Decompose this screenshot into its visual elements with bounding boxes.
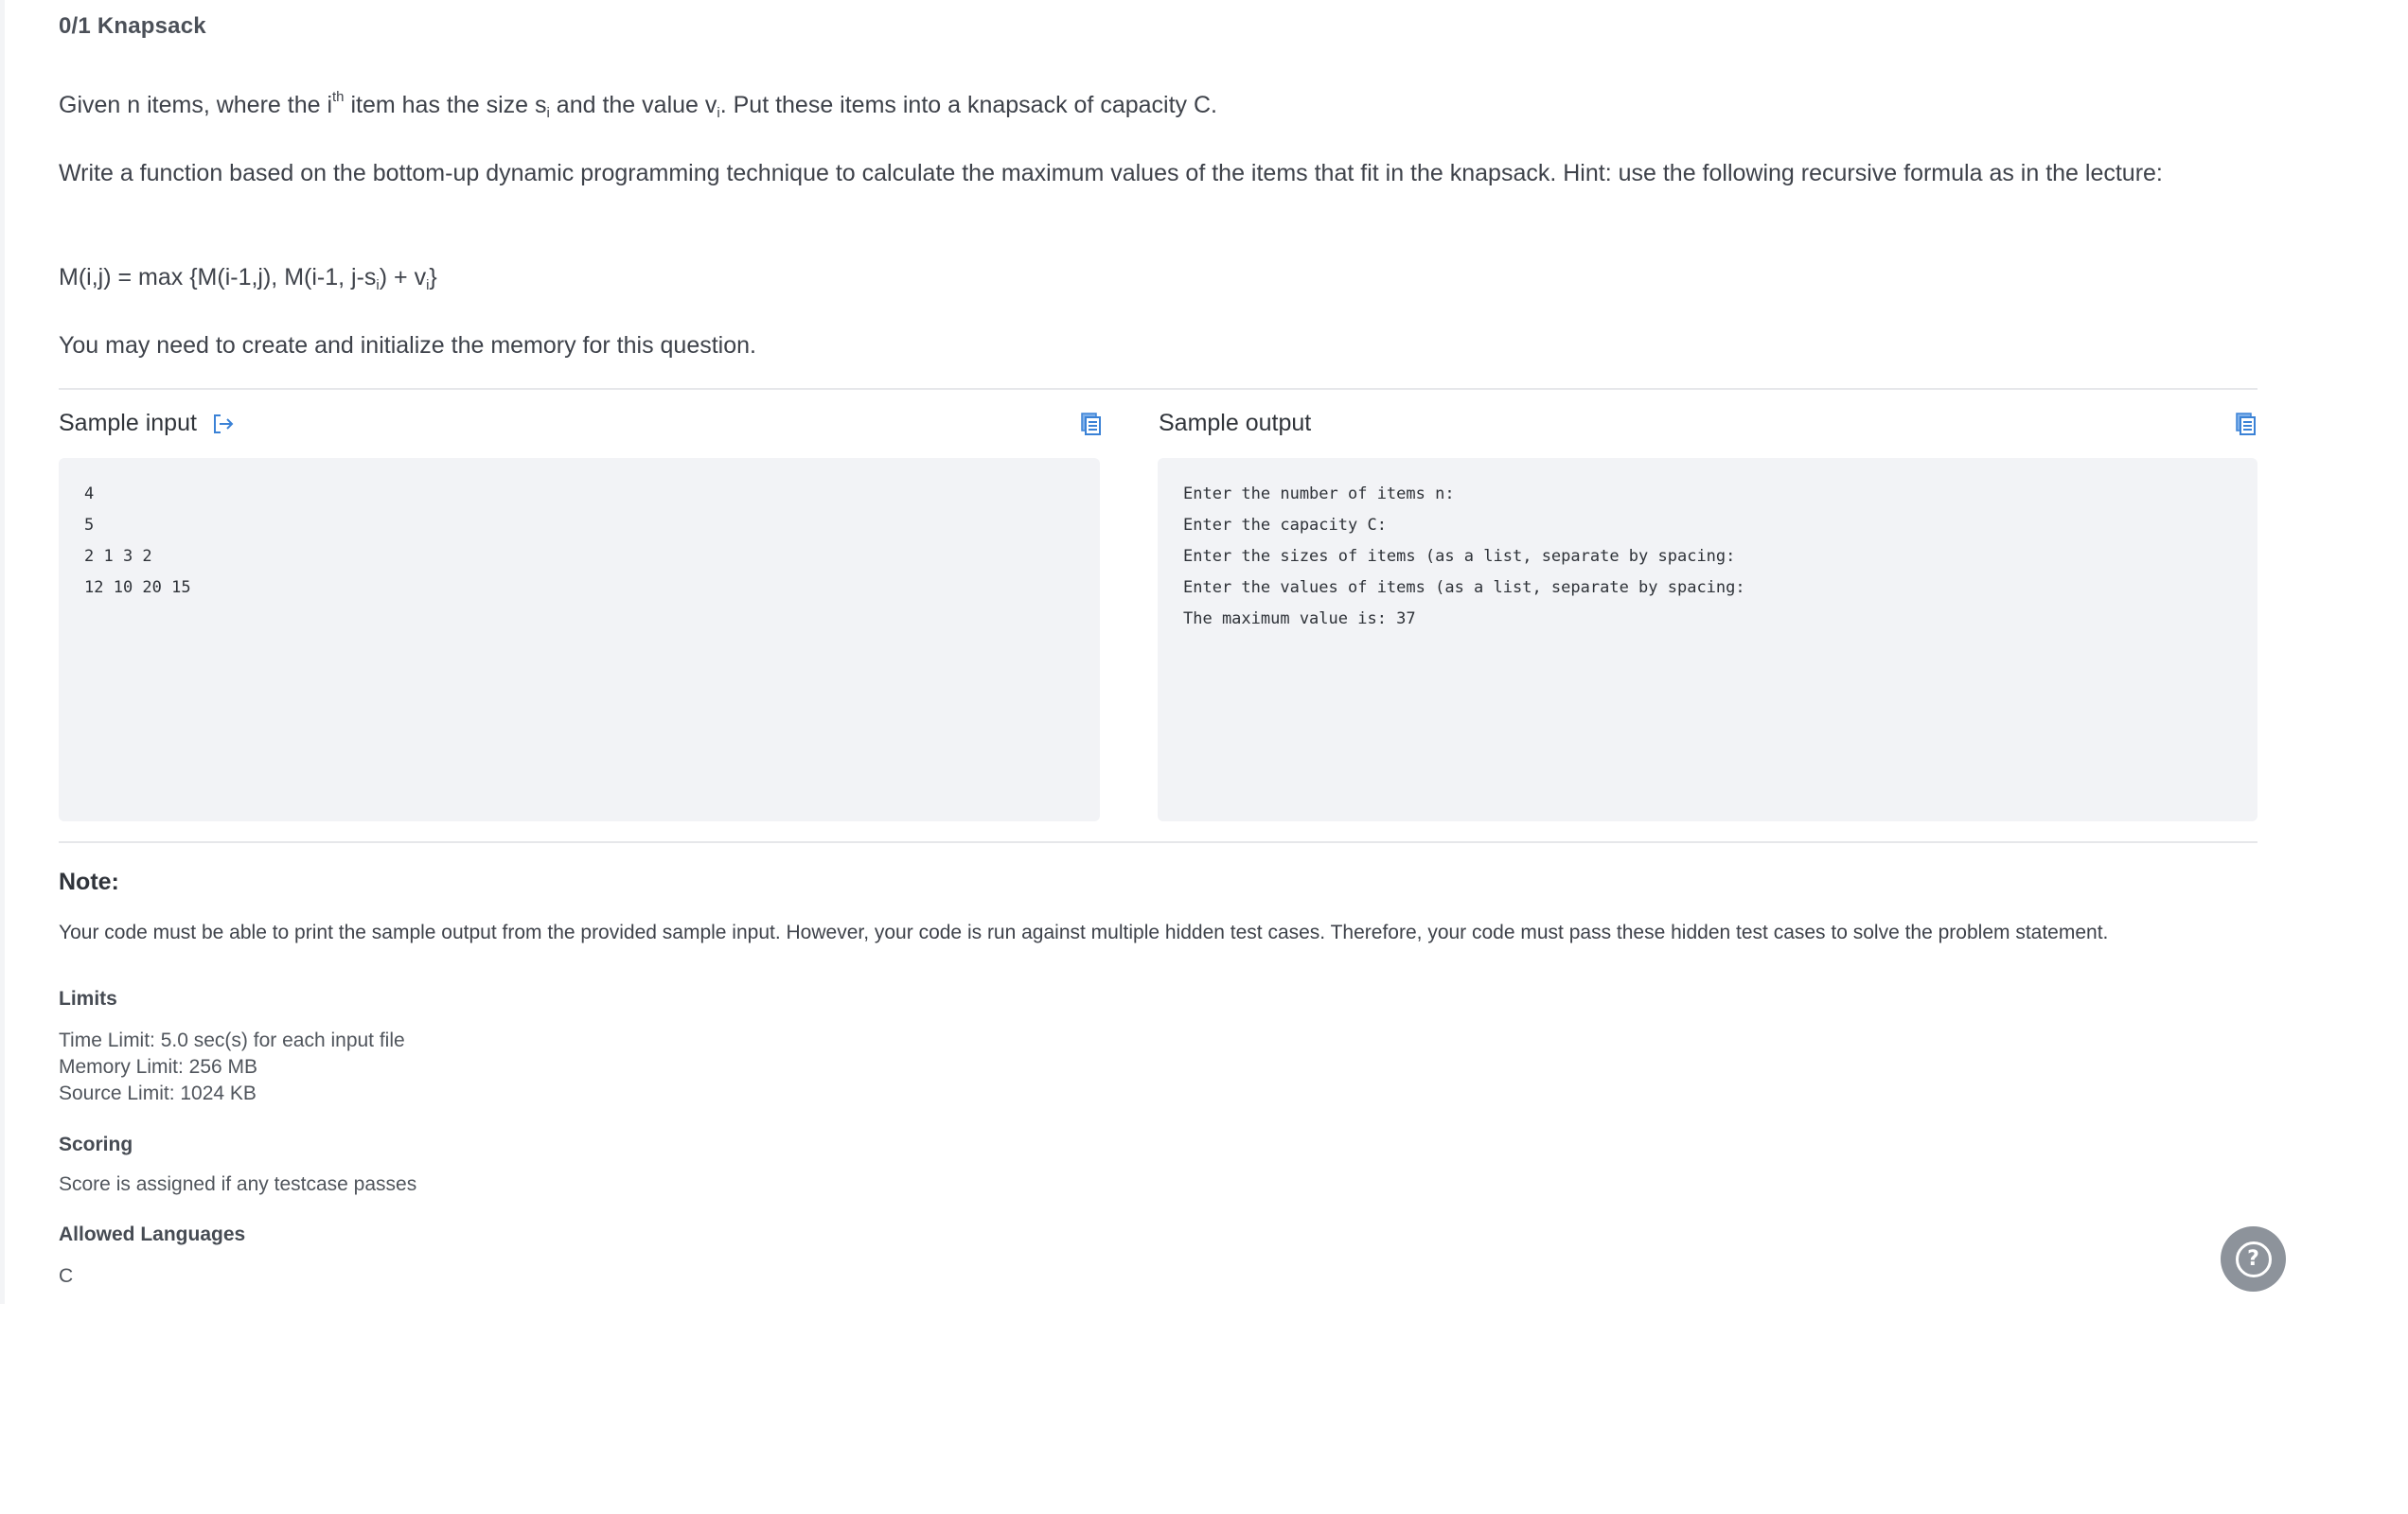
source-limit: Source Limit: 1024 KB <box>59 1083 257 1104</box>
divider <box>59 841 2258 843</box>
problem-hint: You may need to create and initialize th… <box>59 332 756 359</box>
scoring-text: Score is assigned if any testcase passes <box>59 1173 417 1195</box>
open-in-editor-icon[interactable] <box>212 413 235 435</box>
text: and the value v <box>549 92 717 118</box>
code-line: Enter the number of items n: <box>1183 484 1455 503</box>
code-line: Enter the sizes of items (as a list, sep… <box>1183 547 1736 566</box>
sample-output-header: Sample output <box>1159 410 1311 437</box>
sample-input-panel: 4 5 2 1 3 2 12 10 20 15 <box>59 458 1100 821</box>
limits-list: Time Limit: 5.0 sec(s) for each input fi… <box>59 1028 405 1107</box>
sample-input-label: Sample input <box>59 410 197 436</box>
scoring-title: Scoring <box>59 1134 133 1155</box>
copy-input-icon[interactable] <box>1081 413 1102 435</box>
recursive-formula: M(i,j) = max {M(i-1,j), M(i-1, j-si) + v… <box>59 257 2258 297</box>
limits-title: Limits <box>59 988 117 1010</box>
text: M(i,j) = max {M(i-1,j), M(i-1, j-s <box>59 264 377 290</box>
text: } <box>429 264 437 290</box>
copy-output-icon[interactable] <box>2236 413 2257 435</box>
sample-output-panel: Enter the number of items n: Enter the c… <box>1158 458 2258 821</box>
note-text: Your code must be able to print the samp… <box>59 922 2109 943</box>
problem-task: Write a function based on the bottom-up … <box>59 160 2163 186</box>
help-icon: ? <box>2235 1241 2272 1277</box>
code-line: Enter the capacity C: <box>1183 516 1387 535</box>
code-line: Enter the values of items (as a list, se… <box>1183 578 1745 597</box>
time-limit: Time Limit: 5.0 sec(s) for each input fi… <box>59 1030 405 1051</box>
text: Given n items, where the i <box>59 92 333 118</box>
code-line: 4 <box>84 484 95 503</box>
text: ) + v <box>379 264 427 290</box>
memory-limit: Memory Limit: 256 MB <box>59 1056 258 1078</box>
code-line: 5 <box>84 516 95 535</box>
sample-input-header: Sample input <box>59 410 235 437</box>
code-line: The maximum value is: 37 <box>1183 609 1416 628</box>
text: item has the size s <box>344 92 547 118</box>
allowed-language-value: C <box>59 1265 74 1287</box>
problem-title: 0/1 Knapsack <box>59 13 206 39</box>
sample-output-code: Enter the number of items n: Enter the c… <box>1183 479 1745 635</box>
note-title: Note: <box>59 869 119 895</box>
code-line: 2 1 3 2 <box>84 547 152 566</box>
help-button[interactable]: ? <box>2221 1226 2286 1292</box>
left-edge-strip <box>0 0 5 1304</box>
superscript: th <box>332 89 345 105</box>
sample-output-label: Sample output <box>1159 410 1312 436</box>
code-line: 12 10 20 15 <box>84 578 191 597</box>
text: . Put these items into a knapsack of cap… <box>719 92 1217 118</box>
divider <box>59 388 2258 390</box>
sample-input-code: 4 5 2 1 3 2 12 10 20 15 <box>84 479 191 604</box>
problem-description: Given n items, where the ith item has th… <box>59 85 2258 125</box>
allowed-languages-title: Allowed Languages <box>59 1224 246 1245</box>
